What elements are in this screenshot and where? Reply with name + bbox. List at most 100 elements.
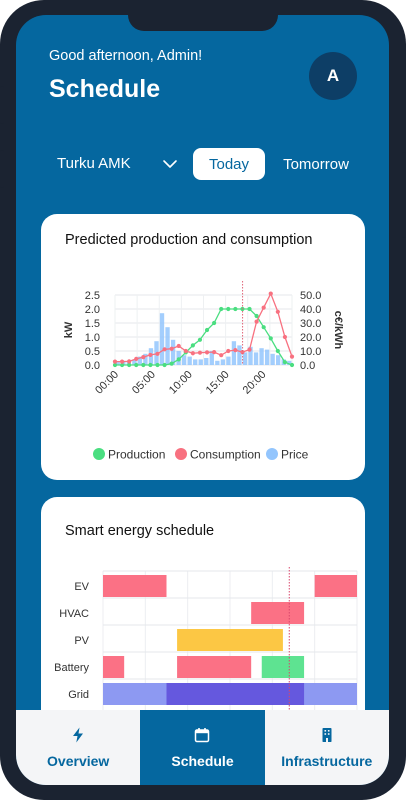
app-screen: Good afternoon, Admin! Schedule A Turku … [16, 15, 389, 785]
nav-infrastructure[interactable]: Infrastructure [265, 710, 389, 785]
y-left-tick-label: 2.5 [85, 290, 100, 302]
x-tick-label: 20:00 [241, 369, 269, 397]
production-point [226, 306, 231, 312]
consumption-point [226, 348, 231, 354]
schedule-bar [177, 656, 252, 678]
price-bar [270, 353, 275, 365]
legend-label: Consumption [190, 448, 261, 462]
price-bar [253, 352, 259, 365]
consumption-point [261, 305, 266, 310]
y-right-tick-label: 10.0 [300, 346, 321, 358]
row-label: Grid [68, 689, 89, 701]
schedule-bar [103, 656, 125, 678]
production-point [233, 306, 238, 312]
y-right-tick-label: 0.0 [300, 360, 315, 372]
price-bar [165, 327, 170, 365]
price-bar [220, 359, 226, 365]
consumption-point [141, 355, 146, 360]
consumption-point [134, 356, 139, 361]
schedule-bar [103, 575, 167, 597]
price-bar [231, 341, 237, 365]
consumption-point [233, 348, 238, 353]
bottom-nav: Overview Schedule Infrastructure [16, 710, 389, 785]
nav-label: Infrastructure [281, 752, 373, 769]
consumption-point [212, 350, 217, 355]
side-button [402, 152, 406, 238]
bolt-icon [73, 727, 84, 742]
consumption-point [204, 350, 210, 355]
calendar-icon [195, 727, 210, 742]
avatar[interactable]: A [309, 52, 357, 100]
chevron-down-icon[interactable] [162, 156, 178, 172]
greeting-text: Good afternoon, Admin! [49, 48, 203, 64]
consumption-point [268, 291, 273, 296]
price-bar [187, 356, 192, 365]
nav-label: Overview [47, 752, 110, 769]
side-button [0, 150, 4, 188]
y-left-axis-label: kW [63, 321, 75, 338]
location-select[interactable]: Turku AMK [57, 155, 131, 172]
nav-label: Schedule [171, 752, 234, 769]
price-bar [226, 356, 231, 365]
consumption-point [127, 359, 132, 364]
y-right-tick-label: 20.0 [300, 332, 321, 344]
nav-overview[interactable]: Overview [16, 710, 140, 785]
y-left-tick-label: 0.5 [85, 346, 100, 358]
price-bar [276, 355, 281, 365]
production-consumption-chart: 0.0 0.5 1.0 1.5 2.0 2.5 0.0 10.0 20.0 30.0 40.0 50.… [63, 281, 344, 462]
consumption-point [183, 348, 188, 354]
consumption-point [197, 350, 203, 355]
price-bar [193, 359, 198, 365]
production-point [219, 306, 224, 312]
production-point [261, 325, 266, 330]
production-point [176, 357, 181, 362]
tab-tomorrow[interactable]: Tomorrow [274, 148, 358, 180]
y-right-tick-label: 40.0 [300, 304, 321, 316]
y-left-tick-label: 1.5 [85, 318, 100, 330]
side-button [0, 86, 4, 124]
production-point [247, 306, 252, 312]
x-tick-label: 00:00 [93, 369, 121, 397]
schedule-bar [177, 629, 283, 651]
production-point [127, 362, 132, 368]
schedule-bar [251, 602, 305, 624]
price-bar [242, 352, 248, 365]
legend-marker [266, 448, 278, 460]
building-icon [322, 727, 332, 742]
production-point [268, 336, 273, 341]
x-tick-label: 05:00 [130, 369, 158, 397]
x-tick-label: 10:00 [167, 369, 195, 397]
production-point [148, 362, 153, 368]
production-point [169, 361, 174, 366]
nav-schedule[interactable]: Schedule [140, 710, 265, 785]
consumption-point [155, 351, 160, 356]
tab-today[interactable]: Today [193, 148, 265, 180]
legend-label: Price [281, 448, 309, 462]
production-point [141, 362, 146, 368]
price-bar [159, 313, 165, 365]
price-bar [204, 358, 209, 365]
consumption-point [148, 352, 153, 358]
schedule-bar [166, 683, 305, 705]
production-point [289, 362, 295, 368]
legend-marker [175, 448, 187, 460]
consumption-point [162, 347, 167, 352]
consumption-point [112, 359, 118, 364]
price-bar [215, 360, 220, 365]
y-right-axis-label: c€/kWh [332, 311, 344, 350]
row-label: EV [74, 581, 89, 593]
production-point [190, 343, 195, 348]
consumption-point [119, 359, 125, 364]
production-point [155, 362, 160, 368]
production-point [162, 362, 167, 368]
phone-notch [128, 15, 278, 31]
legend-marker [93, 448, 105, 460]
row-label: Battery [54, 662, 89, 674]
y-right-tick-label: 30.0 [300, 318, 321, 330]
price-bar [198, 359, 203, 365]
schedule-bar [314, 575, 357, 597]
production-consumption-card: Predicted production and consumption 0.0… [41, 214, 365, 480]
consumption-point [247, 347, 252, 352]
y-right-tick-label: 50.0 [300, 290, 321, 302]
production-point [212, 320, 217, 326]
